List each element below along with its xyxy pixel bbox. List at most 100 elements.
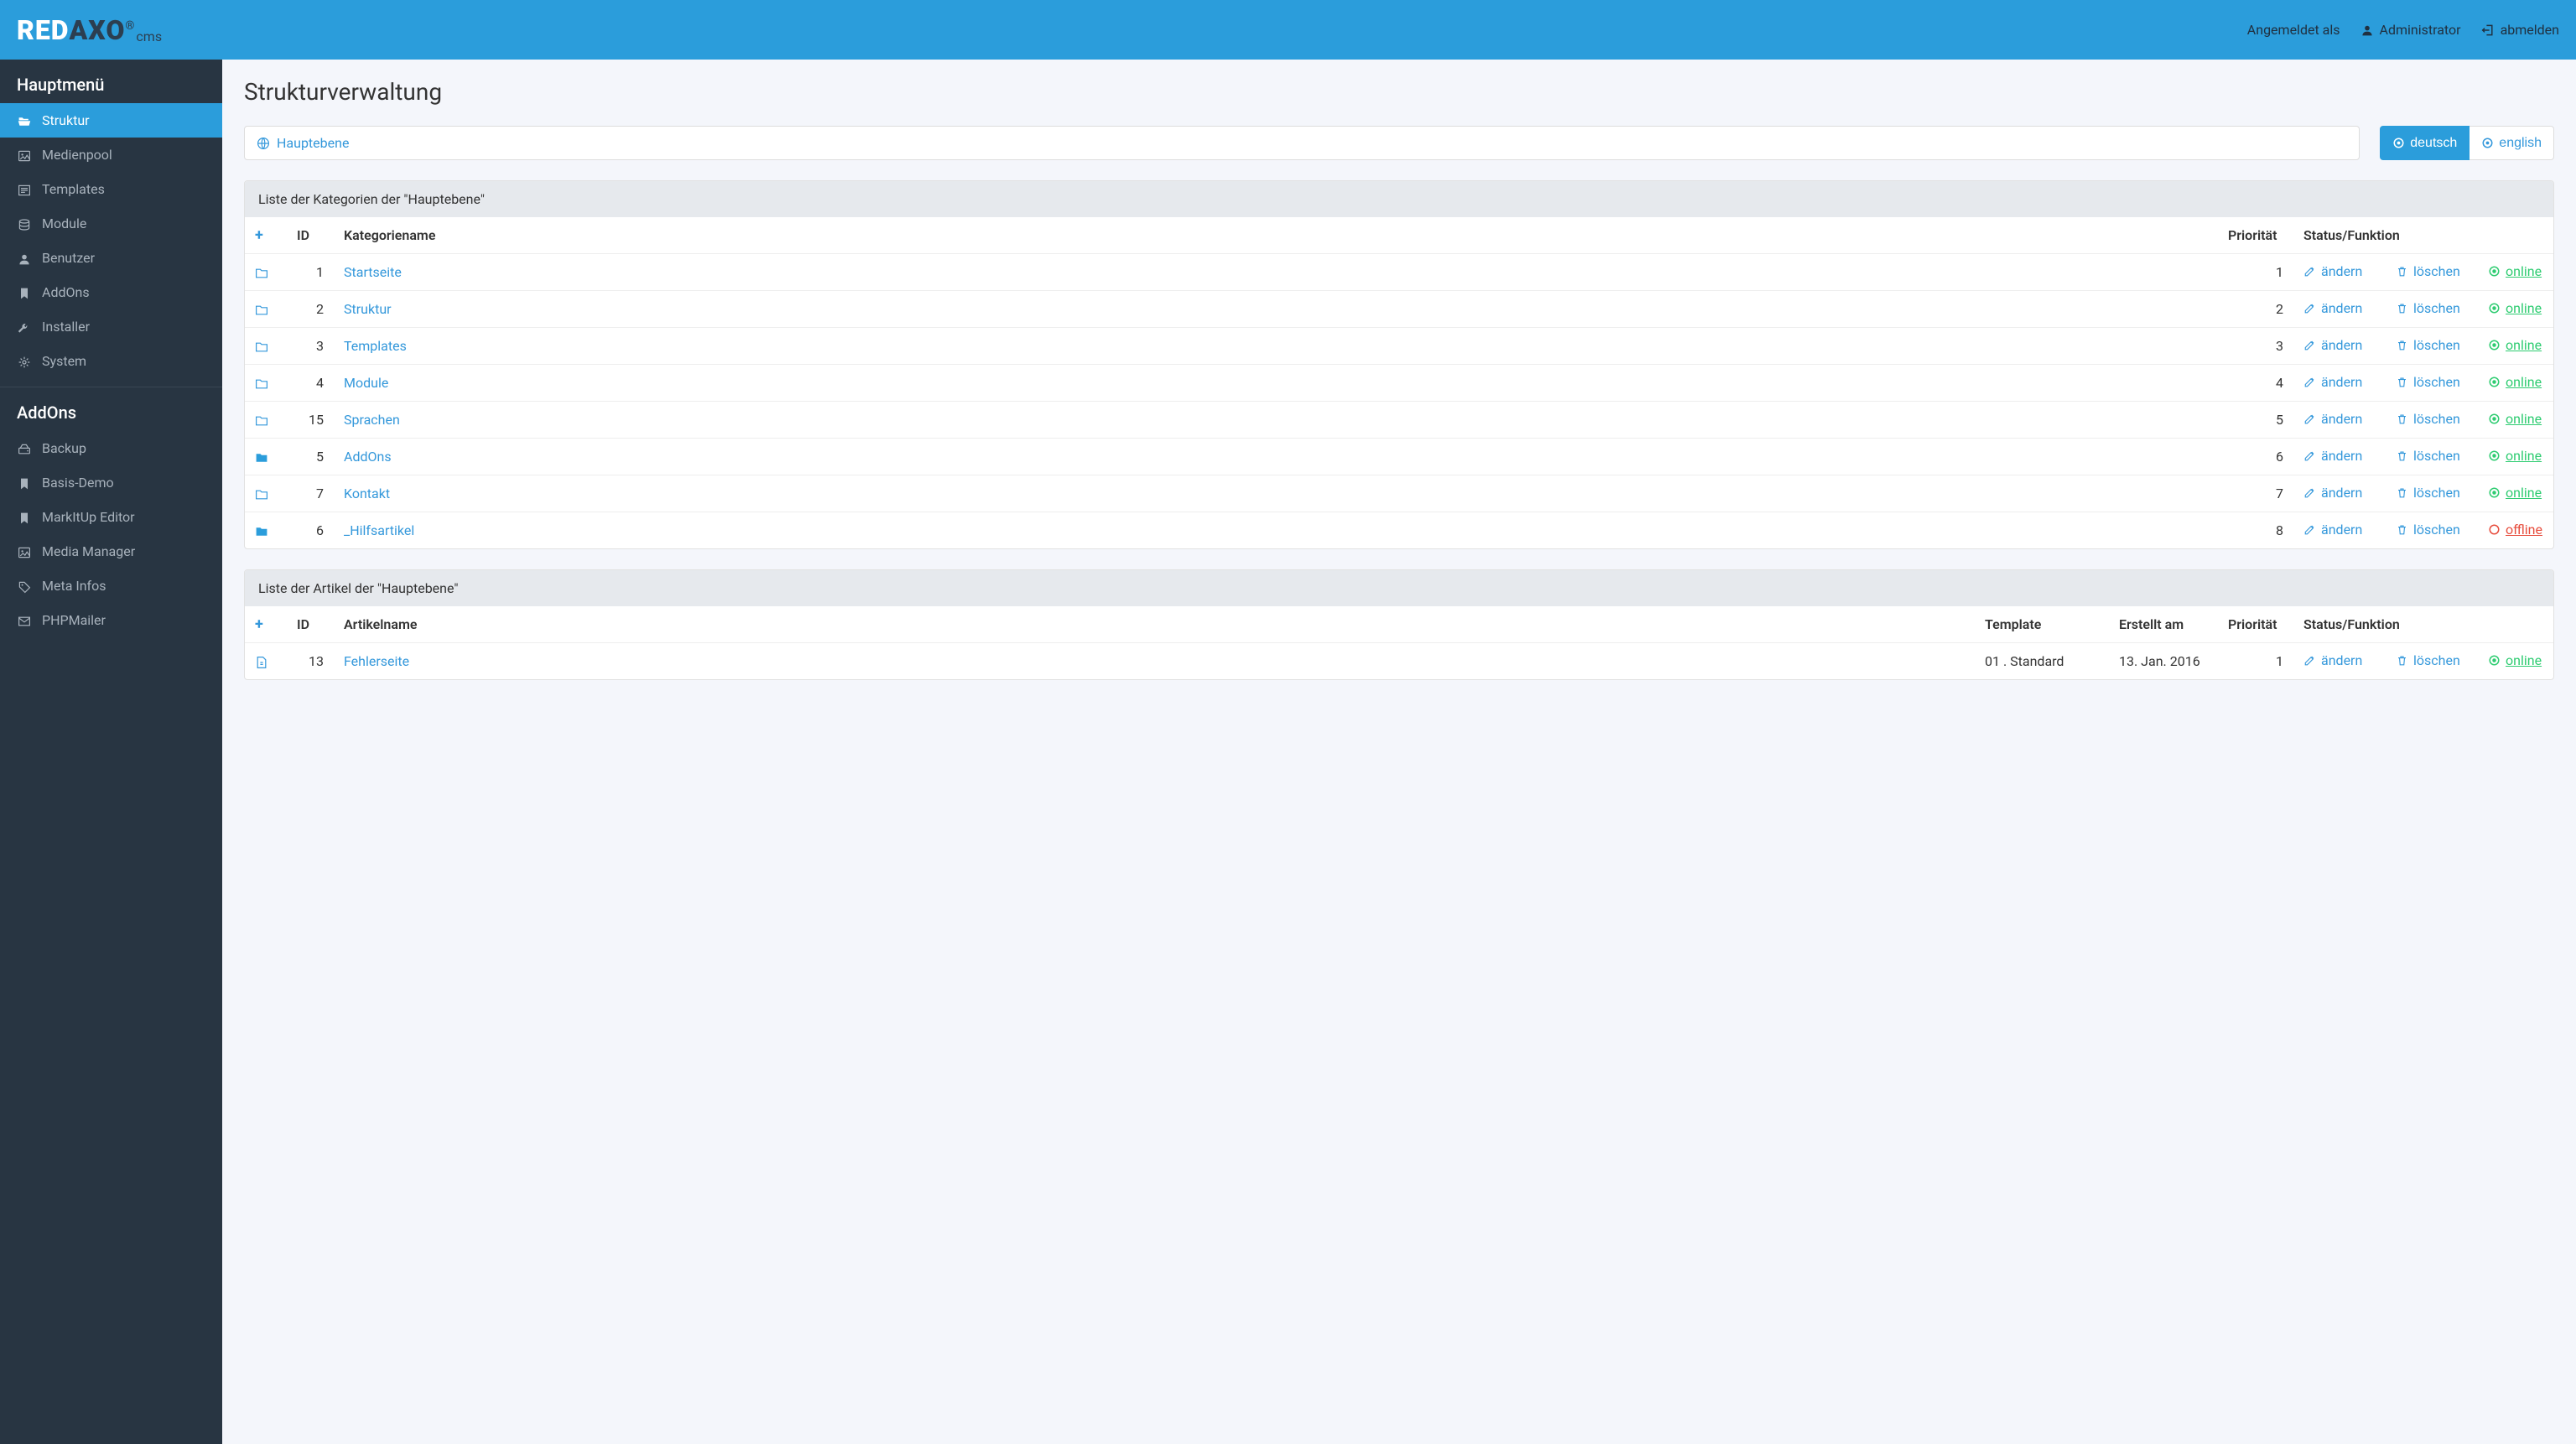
category-name-link[interactable]: AddOns: [344, 449, 392, 465]
bookmark-icon: [17, 284, 32, 299]
delete-link[interactable]: löschen: [2396, 374, 2460, 390]
edit-link[interactable]: ändern: [2303, 374, 2362, 390]
toolbar: Hauptebene deutsch english: [244, 126, 2554, 160]
status-toggle[interactable]: online: [2488, 411, 2542, 427]
sidebar-item-addons[interactable]: AddOns: [0, 275, 222, 309]
edit-link[interactable]: ändern: [2303, 485, 2362, 501]
sidebar-item-basis-demo[interactable]: Basis-Demo: [0, 465, 222, 500]
edit-link[interactable]: ändern: [2303, 652, 2362, 668]
signout-icon: [2481, 23, 2495, 37]
sidebar-item-system[interactable]: System: [0, 344, 222, 378]
sidebar-item-label: Media Manager: [42, 543, 135, 559]
cell-prio: 6: [2218, 439, 2293, 475]
status-toggle[interactable]: online: [2488, 652, 2542, 668]
user-link[interactable]: Administrator: [2360, 22, 2461, 38]
sidebar-item-struktur[interactable]: Struktur: [0, 103, 222, 138]
delete-link[interactable]: löschen: [2396, 448, 2460, 464]
file-icon: [255, 653, 268, 669]
edit-link[interactable]: ändern: [2303, 337, 2362, 353]
status-toggle[interactable]: online: [2488, 485, 2542, 501]
sidebar-item-module[interactable]: Module: [0, 206, 222, 241]
logout-link[interactable]: abmelden: [2481, 22, 2559, 38]
article-row: 13 Fehlerseite 01 . Standard 13. Jan. 20…: [245, 643, 2553, 680]
edit-link[interactable]: ändern: [2303, 300, 2362, 316]
image-icon: [17, 543, 32, 558]
lang-english[interactable]: english: [2470, 126, 2554, 160]
logo[interactable]: REDAXO®cms: [17, 14, 162, 46]
sidebar-item-label: Basis-Demo: [42, 475, 114, 491]
sidebar-item-templates[interactable]: Templates: [0, 172, 222, 206]
th-art-name: Artikelname: [334, 606, 1975, 643]
cell-prio: 7: [2218, 475, 2293, 512]
sidebar-item-meta-infos[interactable]: Meta Infos: [0, 569, 222, 603]
cell-id: 7: [287, 475, 334, 512]
breadcrumb: Hauptebene: [244, 126, 2360, 160]
bookmark-icon: [17, 509, 32, 524]
edit-link[interactable]: ändern: [2303, 448, 2362, 464]
th-art-template: Template: [1975, 606, 2109, 643]
edit-link[interactable]: ändern: [2303, 522, 2362, 538]
delete-link[interactable]: löschen: [2396, 652, 2460, 668]
th-art-id: ID: [287, 606, 334, 643]
th-status: Status/Funktion: [2293, 217, 2553, 254]
sidebar-item-benutzer[interactable]: Benutzer: [0, 241, 222, 275]
add-article-button[interactable]: +: [255, 616, 263, 633]
articles-panel: Liste der Artikel der "Hauptebene" + ID …: [244, 569, 2554, 680]
category-name-link[interactable]: Startseite: [344, 264, 402, 280]
cell-created: 13. Jan. 2016: [2109, 643, 2218, 680]
status-toggle[interactable]: online: [2488, 300, 2542, 316]
bookmark-icon: [17, 475, 32, 490]
envelope-icon: [17, 612, 32, 627]
status-toggle[interactable]: online: [2488, 263, 2542, 279]
database-icon: [17, 216, 32, 231]
th-art-prio: Priorität: [2218, 606, 2293, 643]
category-name-link[interactable]: Module: [344, 375, 388, 391]
edit-link[interactable]: ändern: [2303, 263, 2362, 279]
category-row: 2 Struktur 2 ändern löschen online: [245, 291, 2553, 328]
sidebar-item-label: Module: [42, 216, 86, 231]
status-toggle[interactable]: online: [2488, 374, 2542, 390]
breadcrumb-root[interactable]: Hauptebene: [277, 135, 349, 151]
folder-icon: [255, 375, 268, 391]
category-row: 3 Templates 3 ändern löschen online: [245, 328, 2553, 365]
delete-link[interactable]: löschen: [2396, 411, 2460, 427]
cell-id: 15: [287, 402, 334, 439]
sidebar-item-media-manager[interactable]: Media Manager: [0, 534, 222, 569]
category-name-link[interactable]: Sprachen: [344, 412, 400, 428]
delete-link[interactable]: löschen: [2396, 337, 2460, 353]
category-name-link[interactable]: Struktur: [344, 301, 392, 317]
status-toggle[interactable]: online: [2488, 337, 2542, 353]
add-category-button[interactable]: +: [255, 226, 263, 244]
status-toggle[interactable]: online: [2488, 448, 2542, 464]
sidebar-item-phpmailer[interactable]: PHPMailer: [0, 603, 222, 637]
main-content: Strukturverwaltung Hauptebene deutsch en…: [222, 60, 2576, 1444]
th-id: ID: [287, 217, 334, 254]
sidebar-item-label: Medienpool: [42, 147, 112, 163]
category-row: 15 Sprachen 5 ändern löschen online: [245, 402, 2553, 439]
sidebar-item-markitup-editor[interactable]: MarkItUp Editor: [0, 500, 222, 534]
sidebar-item-backup[interactable]: Backup: [0, 431, 222, 465]
category-name-link[interactable]: Templates: [344, 338, 407, 354]
cell-prio: 5: [2218, 402, 2293, 439]
sidebar-item-medienpool[interactable]: Medienpool: [0, 138, 222, 172]
delete-link[interactable]: löschen: [2396, 263, 2460, 279]
article-name-link[interactable]: Fehlerseite: [344, 653, 409, 669]
sidebar-item-installer[interactable]: Installer: [0, 309, 222, 344]
sidebar-item-label: Installer: [42, 319, 90, 335]
th-art-created: Erstellt am: [2109, 606, 2218, 643]
folder-solid-icon: [255, 449, 268, 465]
folder-icon: [255, 338, 268, 354]
categories-table: + ID Kategoriename Priorität Status/Funk…: [245, 217, 2553, 548]
category-name-link[interactable]: Kontakt: [344, 486, 390, 501]
cell-id: 3: [287, 328, 334, 365]
delete-link[interactable]: löschen: [2396, 522, 2460, 538]
status-toggle[interactable]: offline: [2488, 522, 2542, 538]
image-icon: [17, 147, 32, 162]
category-row: 1 Startseite 1 ändern löschen online: [245, 254, 2553, 291]
lang-deutsch[interactable]: deutsch: [2380, 126, 2470, 160]
category-row: 4 Module 4 ändern löschen online: [245, 365, 2553, 402]
edit-link[interactable]: ändern: [2303, 411, 2362, 427]
delete-link[interactable]: löschen: [2396, 300, 2460, 316]
category-name-link[interactable]: _Hilfsartikel: [344, 522, 414, 538]
delete-link[interactable]: löschen: [2396, 485, 2460, 501]
